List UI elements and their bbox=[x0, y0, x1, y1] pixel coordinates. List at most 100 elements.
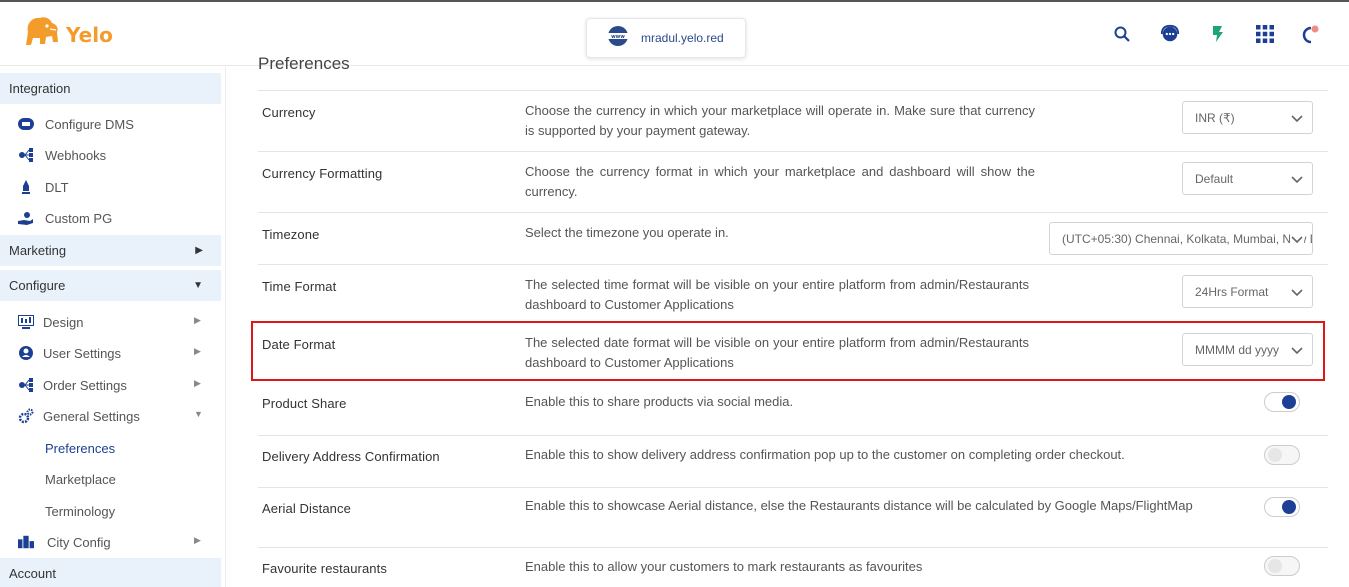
caret-right-icon: ▶ bbox=[195, 245, 203, 256]
www-globe-icon: www bbox=[607, 25, 629, 52]
sidebar-item-label: Webhooks bbox=[45, 148, 107, 163]
sidebar-item-webhooks[interactable]: Webhooks bbox=[0, 141, 221, 169]
city-icon bbox=[18, 534, 34, 550]
sidebar-item-custom-pg[interactable]: Custom PG bbox=[0, 204, 221, 232]
timezone-select[interactable]: (UTC+05:30) Chennai, Kolkata, Mumbai, Ne… bbox=[1049, 222, 1313, 255]
select-value: 24Hrs Format bbox=[1195, 284, 1269, 299]
time-format-select[interactable]: 24Hrs Format bbox=[1182, 275, 1313, 308]
currency-format-select[interactable]: Default bbox=[1182, 162, 1313, 195]
pref-description: Enable this to showcase Aerial distance,… bbox=[525, 498, 1193, 513]
pref-row-timezone: Timezone Select the timezone you operate… bbox=[258, 212, 1328, 264]
chevron-down-icon bbox=[1291, 176, 1303, 184]
section-label: Configure bbox=[9, 278, 66, 293]
pref-row-favourite-restaurants: Favourite restaurants Enable this to all… bbox=[258, 547, 1328, 587]
domain-url: mradul.yelo.red bbox=[641, 31, 724, 45]
select-value: INR (₹) bbox=[1195, 110, 1235, 125]
svg-text:www: www bbox=[611, 34, 625, 40]
product-share-toggle[interactable] bbox=[1264, 392, 1300, 412]
sidebar-item-label: General Settings bbox=[43, 409, 140, 424]
pref-row-time-format: Time Format The selected time format wil… bbox=[258, 264, 1328, 322]
custom-pg-icon bbox=[18, 210, 34, 226]
currency-select[interactable]: INR (₹) bbox=[1182, 101, 1313, 134]
pref-name: Currency Formatting bbox=[262, 166, 383, 181]
notification-icon[interactable] bbox=[1300, 24, 1320, 44]
sidebar-section-configure[interactable]: Configure ▼ bbox=[0, 270, 221, 301]
sidebar-item-label: User Settings bbox=[43, 346, 122, 361]
sidebar-item-terminology[interactable]: Terminology bbox=[0, 497, 221, 525]
top-bar: Yelo www mradul.yelo.red bbox=[0, 0, 1349, 66]
pref-name: Favourite restaurants bbox=[262, 561, 387, 576]
pref-description: Choose the currency in which your market… bbox=[525, 103, 1035, 138]
sidebar-item-label: Terminology bbox=[45, 504, 116, 519]
brand-logo[interactable]: Yelo bbox=[22, 14, 113, 55]
section-label: Marketing bbox=[9, 243, 67, 258]
sidebar-section-integration[interactable]: Integration bbox=[0, 73, 221, 104]
user-settings-icon bbox=[18, 345, 34, 361]
search-icon[interactable] bbox=[1112, 24, 1132, 44]
pref-description: Enable this to allow your customers to m… bbox=[525, 559, 923, 574]
caret-right-icon: ▶ bbox=[194, 346, 201, 356]
sidebar-item-city-config[interactable]: City Config ▶ bbox=[0, 528, 221, 556]
sidebar-section-marketing[interactable]: Marketing ▶ bbox=[0, 235, 221, 266]
pref-name: Currency bbox=[262, 105, 316, 120]
toggle-knob bbox=[1282, 395, 1296, 409]
toggle-knob bbox=[1268, 559, 1282, 573]
webhooks-icon bbox=[18, 147, 34, 163]
sidebar-item-marketplace[interactable]: Marketplace bbox=[0, 465, 221, 493]
sidebar-item-user-settings[interactable]: User Settings ▶ bbox=[0, 339, 221, 367]
favourite-restaurants-toggle[interactable] bbox=[1264, 556, 1300, 576]
chevron-down-icon bbox=[1291, 115, 1303, 123]
domain-pill[interactable]: www mradul.yelo.red bbox=[586, 18, 746, 58]
pref-row-aerial-distance: Aerial Distance Enable this to showcase … bbox=[258, 487, 1328, 547]
toggle-knob bbox=[1268, 448, 1282, 462]
pref-description: Enable this to share products via social… bbox=[525, 394, 794, 409]
app-icon[interactable] bbox=[1208, 24, 1228, 44]
chevron-down-icon bbox=[1290, 232, 1304, 246]
caret-right-icon: ▶ bbox=[194, 535, 201, 545]
sidebar-item-dlt[interactable]: DLT bbox=[0, 173, 221, 201]
design-icon bbox=[18, 314, 34, 330]
dms-icon bbox=[18, 116, 34, 132]
section-label: Integration bbox=[9, 81, 71, 96]
pref-name: Delivery Address Confirmation bbox=[262, 449, 440, 464]
select-value: Default bbox=[1195, 171, 1234, 186]
pref-name: Aerial Distance bbox=[262, 501, 351, 516]
pref-row-delivery-address-confirmation: Delivery Address Confirmation Enable thi… bbox=[258, 435, 1328, 487]
brand-name: Yelo bbox=[66, 22, 113, 47]
pref-description: Choose the currency format in which your… bbox=[525, 164, 1035, 199]
sidebar-item-configure-dms[interactable]: Configure DMS bbox=[0, 110, 221, 138]
sidebar-item-label: DLT bbox=[45, 180, 69, 195]
pref-name: Product Share bbox=[262, 396, 347, 411]
sidebar-item-label: Preferences bbox=[45, 441, 116, 456]
lion-logo-icon bbox=[22, 14, 62, 55]
caret-right-icon: ▶ bbox=[194, 315, 201, 325]
toggle-knob bbox=[1282, 500, 1296, 514]
aerial-distance-toggle[interactable] bbox=[1264, 497, 1300, 517]
delivery-address-confirmation-toggle[interactable] bbox=[1264, 445, 1300, 465]
dlt-icon bbox=[18, 179, 34, 195]
sidebar-item-label: City Config bbox=[47, 535, 111, 550]
caret-down-icon: ▼ bbox=[193, 280, 203, 291]
caret-down-icon: ▼ bbox=[194, 409, 203, 419]
order-settings-icon bbox=[18, 377, 34, 393]
sidebar-item-preferences[interactable]: Preferences bbox=[0, 434, 221, 462]
sidebar: Integration Configure DMS Webhooks DLT C… bbox=[0, 67, 226, 587]
pref-description: The selected time format will be visible… bbox=[525, 277, 1029, 312]
gear-icon bbox=[18, 408, 34, 424]
sidebar-item-label: Custom PG bbox=[45, 211, 113, 226]
pref-description: Select the timezone you operate in. bbox=[525, 225, 729, 240]
sidebar-item-general-settings[interactable]: General Settings ▼ bbox=[0, 402, 221, 430]
sidebar-item-label: Design bbox=[43, 315, 84, 330]
pref-row-currency-formatting: Currency Formatting Choose the currency … bbox=[258, 151, 1328, 212]
sidebar-item-design[interactable]: Design ▶ bbox=[0, 308, 221, 336]
sidebar-item-label: Marketplace bbox=[45, 472, 116, 487]
chevron-down-icon bbox=[1291, 289, 1303, 297]
apps-grid-icon[interactable] bbox=[1255, 24, 1275, 44]
support-chat-icon[interactable] bbox=[1160, 24, 1180, 44]
pref-row-product-share: Product Share Enable this to share produ… bbox=[258, 384, 1328, 435]
sidebar-section-account[interactable]: Account bbox=[0, 558, 221, 587]
pref-row-currency: Currency Choose the currency in which yo… bbox=[258, 90, 1328, 151]
select-value: (UTC+05:30) Chennai, Kolkata, Mumbai, Ne… bbox=[1062, 231, 1313, 246]
date-format-highlight-box bbox=[251, 321, 1325, 381]
sidebar-item-order-settings[interactable]: Order Settings ▶ bbox=[0, 371, 221, 399]
